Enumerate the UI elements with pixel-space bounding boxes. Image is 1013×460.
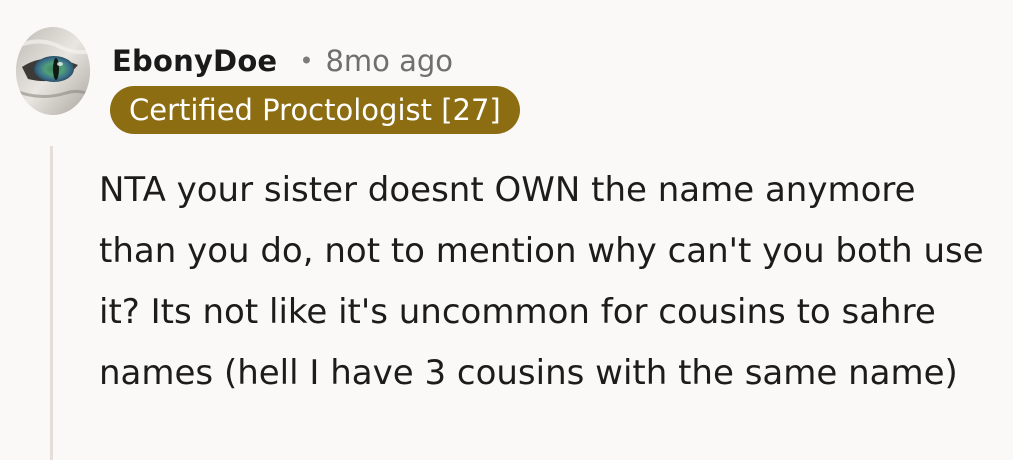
username-link[interactable]: EbonyDoe — [112, 44, 277, 78]
thread-line[interactable] — [50, 146, 53, 460]
user-flair-badge: Certified Proctologist [27] — [110, 86, 520, 134]
cat-eye-avatar-icon — [16, 27, 90, 115]
comment-header: EbonyDoe • 8mo ago — [112, 38, 453, 84]
timestamp: 8mo ago — [325, 44, 454, 78]
comment-body: NTA your sister doesnt OWN the name anym… — [99, 170, 984, 393]
separator-dot: • — [299, 47, 314, 75]
avatar[interactable] — [16, 27, 90, 115]
comment: EbonyDoe • 8mo ago Certified Proctologis… — [0, 0, 1013, 460]
